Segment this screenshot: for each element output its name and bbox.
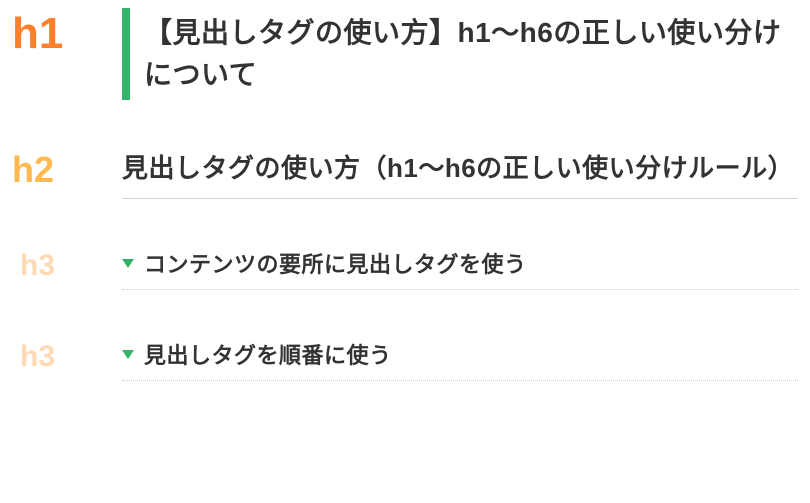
tag-label-h3: h3	[12, 342, 55, 372]
h3-heading-text: 見出しタグを順番に使う	[144, 338, 392, 370]
h2-heading-text: 見出しタグの使い方（h1～h6の正しい使い分けルール）	[122, 148, 798, 199]
outline-row-h1: h1 【見出しタグの使い方】h1～h6の正しい使い分けについて	[12, 8, 798, 100]
h1-heading-text: 【見出しタグの使い方】h1～h6の正しい使い分けについて	[144, 12, 798, 96]
content-column: 見出しタグの使い方（h1～h6の正しい使い分けルール）	[122, 148, 798, 199]
tag-column: h3	[12, 338, 122, 381]
heading-outline: h1 【見出しタグの使い方】h1～h6の正しい使い分けについて h2 見出しタグ…	[0, 0, 810, 399]
h1-heading-block: 【見出しタグの使い方】h1～h6の正しい使い分けについて	[122, 8, 798, 100]
tag-label-h1: h1	[12, 12, 63, 56]
tag-label-h3: h3	[12, 251, 55, 281]
tag-column: h3	[12, 247, 122, 290]
h3-heading-text: コンテンツの要所に見出しタグを使う	[144, 247, 527, 279]
caret-down-icon	[122, 259, 134, 268]
content-column: コンテンツの要所に見出しタグを使う	[122, 247, 798, 290]
tag-column: h1	[12, 8, 122, 100]
tag-column: h2	[12, 148, 122, 199]
tag-label-h2: h2	[12, 152, 54, 188]
outline-row-h2: h2 見出しタグの使い方（h1～h6の正しい使い分けルール）	[12, 148, 798, 199]
caret-down-icon	[122, 350, 134, 359]
content-column: 見出しタグを順番に使う	[122, 338, 798, 381]
h3-heading-line: 見出しタグを順番に使う	[122, 338, 798, 381]
outline-row-h3: h3 コンテンツの要所に見出しタグを使う	[12, 247, 798, 290]
content-column: 【見出しタグの使い方】h1～h6の正しい使い分けについて	[122, 8, 798, 100]
h3-heading-line: コンテンツの要所に見出しタグを使う	[122, 247, 798, 290]
outline-row-h3: h3 見出しタグを順番に使う	[12, 338, 798, 381]
